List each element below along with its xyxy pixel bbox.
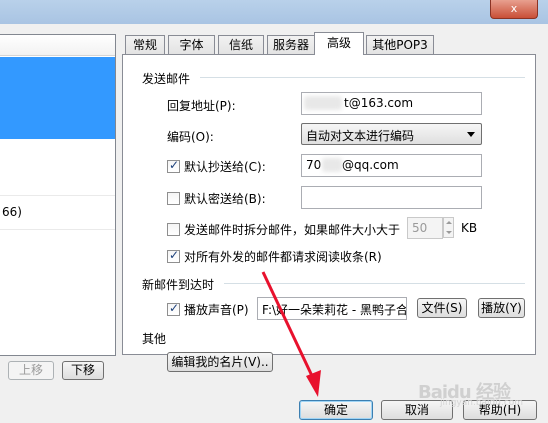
play-sound-button[interactable]: 播放(Y) bbox=[478, 298, 525, 318]
default-bcc-label[interactable]: 默认密送给(B): bbox=[184, 190, 266, 207]
move-up-button[interactable]: 上移 bbox=[8, 361, 54, 380]
chevron-down-icon bbox=[467, 132, 475, 137]
encoding-label: 编码(O): bbox=[167, 130, 214, 144]
group-divider bbox=[200, 77, 525, 78]
window-titlebar: x bbox=[0, 0, 548, 24]
encoding-select-value: 自动对文本进行编码 bbox=[306, 129, 415, 143]
tab-other-pop3[interactable]: 其他POP3 bbox=[366, 35, 434, 54]
choose-file-button[interactable]: 文件(S) bbox=[417, 298, 467, 318]
redacted-blur bbox=[304, 96, 342, 110]
default-bcc-input[interactable] bbox=[301, 186, 482, 209]
default-bcc-checkbox[interactable] bbox=[167, 192, 180, 205]
reply-address-input[interactable]: t@163.com bbox=[301, 92, 482, 115]
read-receipt-checkbox[interactable] bbox=[167, 248, 180, 263]
split-size-spinner[interactable] bbox=[443, 217, 454, 238]
read-receipt-label[interactable]: 对所有外发的邮件都请求阅读收条(R) bbox=[184, 248, 382, 265]
move-down-button[interactable]: 下移 bbox=[62, 361, 104, 380]
split-size-unit: KB bbox=[461, 221, 478, 235]
redacted-blur bbox=[322, 158, 342, 172]
new-mail-group-title: 新邮件到达时 bbox=[142, 278, 215, 292]
send-mail-group-title: 发送邮件 bbox=[142, 72, 191, 86]
encoding-select[interactable]: 自动对文本进行编码 bbox=[301, 123, 482, 145]
default-cc-value-prefix: 70 bbox=[306, 158, 322, 172]
play-sound-label[interactable]: 播放声音(P) bbox=[184, 301, 249, 318]
account-list-row-text[interactable]: 66) bbox=[2, 205, 22, 219]
split-size-input[interactable]: 50 bbox=[407, 217, 443, 239]
split-mail-checkbox[interactable] bbox=[167, 223, 180, 236]
default-cc-label[interactable]: 默认抄送给(C): bbox=[184, 158, 266, 175]
account-list[interactable]: 66) bbox=[0, 34, 116, 356]
ok-button[interactable]: 确定 bbox=[299, 400, 373, 420]
group-divider bbox=[224, 283, 525, 284]
annotation-arrow-head bbox=[306, 370, 321, 397]
split-mail-label[interactable]: 发送邮件时拆分邮件，如果邮件大小大于 bbox=[184, 221, 400, 238]
edit-business-card-button[interactable]: 编辑我的名片(V).. bbox=[167, 352, 273, 372]
list-divider bbox=[0, 195, 115, 196]
list-divider bbox=[0, 229, 115, 230]
default-cc-value-suffix: @qq.com bbox=[342, 158, 399, 172]
play-sound-checkbox[interactable] bbox=[167, 301, 180, 316]
other-group-title: 其他 bbox=[142, 332, 167, 346]
reply-address-value: t@163.com bbox=[344, 96, 414, 110]
account-list-header bbox=[0, 35, 115, 56]
tab-advanced[interactable]: 高级 bbox=[314, 32, 364, 55]
tab-general[interactable]: 常规 bbox=[125, 35, 165, 54]
sound-file-input[interactable]: F:\好一朵茉莉花 - 黑鸭子合 bbox=[257, 297, 407, 320]
tab-font[interactable]: 字体 bbox=[168, 35, 215, 54]
reply-address-label: 回复地址(P): bbox=[167, 99, 236, 113]
default-cc-input[interactable]: 70 @qq.com bbox=[301, 154, 482, 177]
baidu-jingyan-watermark-sub: jingyan.baidu.com bbox=[440, 398, 524, 408]
default-cc-checkbox[interactable] bbox=[167, 158, 180, 173]
tab-stationery[interactable]: 信纸 bbox=[218, 35, 264, 54]
tab-servers[interactable]: 服务器 bbox=[267, 35, 315, 54]
account-list-selected-row[interactable] bbox=[0, 57, 115, 139]
close-icon[interactable]: x bbox=[490, 0, 538, 19]
